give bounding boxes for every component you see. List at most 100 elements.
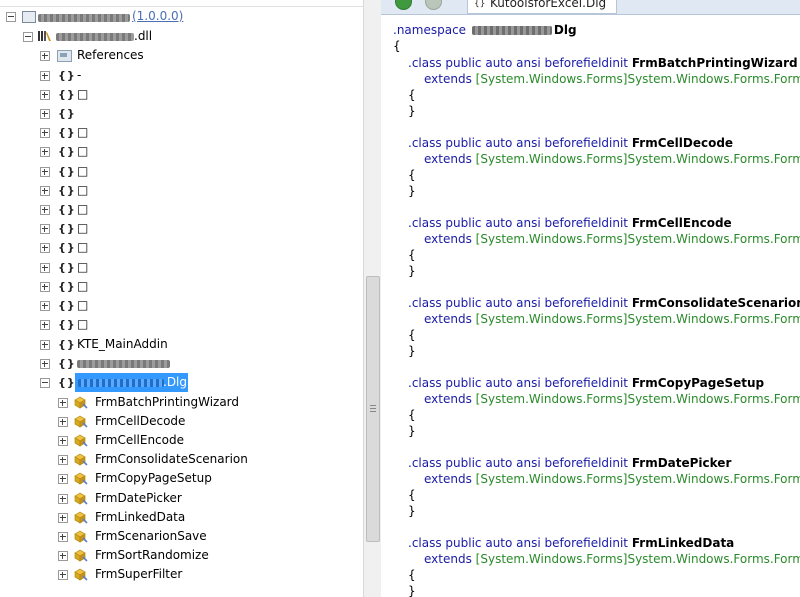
tree-node-namespace[interactable]: {} □ [0, 200, 363, 219]
tree-node-class[interactable]: FrmScenarionSave [0, 527, 363, 546]
tree-node-namespace[interactable]: {} □ [0, 162, 363, 181]
expand-toggle[interactable] [58, 532, 68, 542]
expand-toggle[interactable] [58, 551, 68, 561]
redacted-text [471, 26, 552, 35]
scroll-thumb[interactable] [366, 276, 380, 542]
namespace-icon: {} [58, 222, 76, 235]
tree-node-namespace[interactable]: {} □ [0, 315, 363, 334]
class-label: FrmScenarionSave [95, 529, 207, 543]
tree-node-dll[interactable]: .dll [0, 27, 363, 46]
extends-type: [System.Windows.Forms]System.Windows.For… [475, 552, 800, 566]
expand-toggle[interactable] [58, 513, 68, 523]
expand-toggle[interactable] [40, 128, 50, 138]
namespace-icon: {} [58, 107, 76, 120]
namespace-icon: {} [58, 145, 76, 158]
class-icon [74, 472, 88, 485]
extends-line: extends [System.Windows.Forms]System.Win… [424, 391, 800, 407]
tree-node-class[interactable]: FrmCellEncode [0, 431, 363, 450]
tree-node-namespace[interactable]: {} □ [0, 219, 363, 238]
tree-node-class[interactable]: FrmCopyPageSetup [0, 469, 363, 488]
expand-toggle[interactable] [40, 186, 50, 196]
class-open-brace: { [408, 327, 416, 343]
namespace-icon: {} [58, 299, 76, 312]
tree-node-class[interactable]: FrmConsolidateScenarion [0, 450, 363, 469]
class-keywords: .class public auto ansi beforefieldinit [408, 136, 629, 150]
forward-icon[interactable] [425, 0, 442, 10]
code-view: {} KutoolsforExcel.Dlg .namespace Dlg { … [381, 0, 800, 597]
class-label: FrmCellDecode [95, 414, 186, 428]
expand-toggle[interactable] [40, 320, 50, 330]
class-icon [74, 415, 88, 428]
tree-node-namespace[interactable]: {} □ [0, 181, 363, 200]
tree-node-class[interactable]: FrmLinkedData [0, 508, 363, 527]
expand-toggle[interactable] [58, 417, 68, 427]
dlg-namespace-selected[interactable]: .Dlg [75, 373, 188, 392]
expand-toggle[interactable] [40, 205, 50, 215]
class-label: FrmLinkedData [95, 510, 186, 524]
extends-line: extends [System.Windows.Forms]System.Win… [424, 551, 800, 567]
extends-keyword: extends [424, 392, 472, 406]
expand-toggle[interactable] [40, 51, 50, 61]
tree-node-root[interactable]: (1.0.0.0) [0, 7, 363, 26]
class-name: FrmCellDecode [631, 136, 734, 150]
expand-toggle[interactable] [58, 570, 68, 580]
tree-node-namespace[interactable]: {} - [0, 66, 363, 85]
tree-node-dlg-namespace[interactable]: {} .Dlg [0, 373, 363, 392]
tab-bar: {} KutoolsforExcel.Dlg [381, 0, 800, 15]
expand-toggle[interactable] [40, 301, 50, 311]
expand-toggle[interactable] [40, 263, 50, 273]
assembly-tree: (1.0.0.0) .dll References {} - {} □ {} {… [0, 0, 364, 597]
tree-node-class[interactable]: FrmSortRandomize [0, 546, 363, 565]
tree-node-class[interactable]: FrmDatePicker [0, 489, 363, 508]
tree-node-class[interactable]: FrmCellDecode [0, 412, 363, 431]
tree-node-references[interactable]: References [0, 46, 363, 65]
expand-toggle[interactable] [40, 282, 50, 292]
back-icon[interactable] [395, 0, 412, 10]
tree-node-class[interactable]: FrmSuperFilter [0, 565, 363, 584]
expand-toggle[interactable] [58, 474, 68, 484]
expand-toggle[interactable] [40, 340, 50, 350]
brace-close: } [408, 504, 416, 518]
class-close-brace: } [408, 503, 416, 519]
class-close-brace: } [408, 263, 416, 279]
expand-toggle[interactable] [58, 494, 68, 504]
tree-node-namespace[interactable]: {} □ [0, 277, 363, 296]
tree-node-main-addin[interactable]: {} KTE_MainAddin [0, 335, 363, 354]
expand-toggle[interactable] [40, 147, 50, 157]
brace-open: { [408, 488, 416, 502]
expand-toggle[interactable] [40, 359, 50, 369]
class-icon [74, 434, 88, 447]
collapse-toggle[interactable] [23, 32, 33, 42]
tree-node-namespace[interactable]: {} □ [0, 258, 363, 277]
tab-dlg[interactable]: {} KutoolsforExcel.Dlg [467, 0, 618, 14]
tree-node-namespace[interactable]: {} □ [0, 85, 363, 104]
expand-toggle[interactable] [40, 167, 50, 177]
expand-toggle[interactable] [58, 455, 68, 465]
expand-toggle[interactable] [40, 109, 50, 119]
expand-toggle[interactable] [40, 71, 50, 81]
tree-node-redacted-namespace[interactable]: {} [0, 354, 363, 373]
namespace-icon: {} [58, 203, 76, 216]
main-addin-label: KTE_MainAddin [77, 337, 168, 351]
expand-toggle[interactable] [40, 224, 50, 234]
namespace-label: □ [77, 144, 89, 158]
dll-label: .dll [134, 29, 153, 43]
expand-toggle[interactable] [58, 398, 68, 408]
tree-scrollbar[interactable] [363, 0, 382, 597]
tree-node-namespace[interactable]: {} [0, 104, 363, 123]
namespace-icon: {} [58, 261, 76, 274]
namespace-label: - [77, 68, 82, 82]
collapse-toggle[interactable] [40, 378, 50, 388]
expand-toggle[interactable] [40, 90, 50, 100]
tree-node-namespace[interactable]: {} □ [0, 296, 363, 315]
tree-node-namespace[interactable]: {} □ [0, 123, 363, 142]
tree-node-namespace[interactable]: {} □ [0, 238, 363, 257]
class-name: FrmCellEncode [631, 216, 732, 230]
class-icon [74, 492, 88, 505]
tree-node-namespace[interactable]: {} □ [0, 142, 363, 161]
tree-node-class[interactable]: FrmBatchPrintingWizard [0, 393, 363, 412]
expand-toggle[interactable] [58, 436, 68, 446]
expand-toggle[interactable] [40, 243, 50, 253]
collapse-toggle[interactable] [6, 12, 16, 22]
extends-keyword: extends [424, 152, 472, 166]
